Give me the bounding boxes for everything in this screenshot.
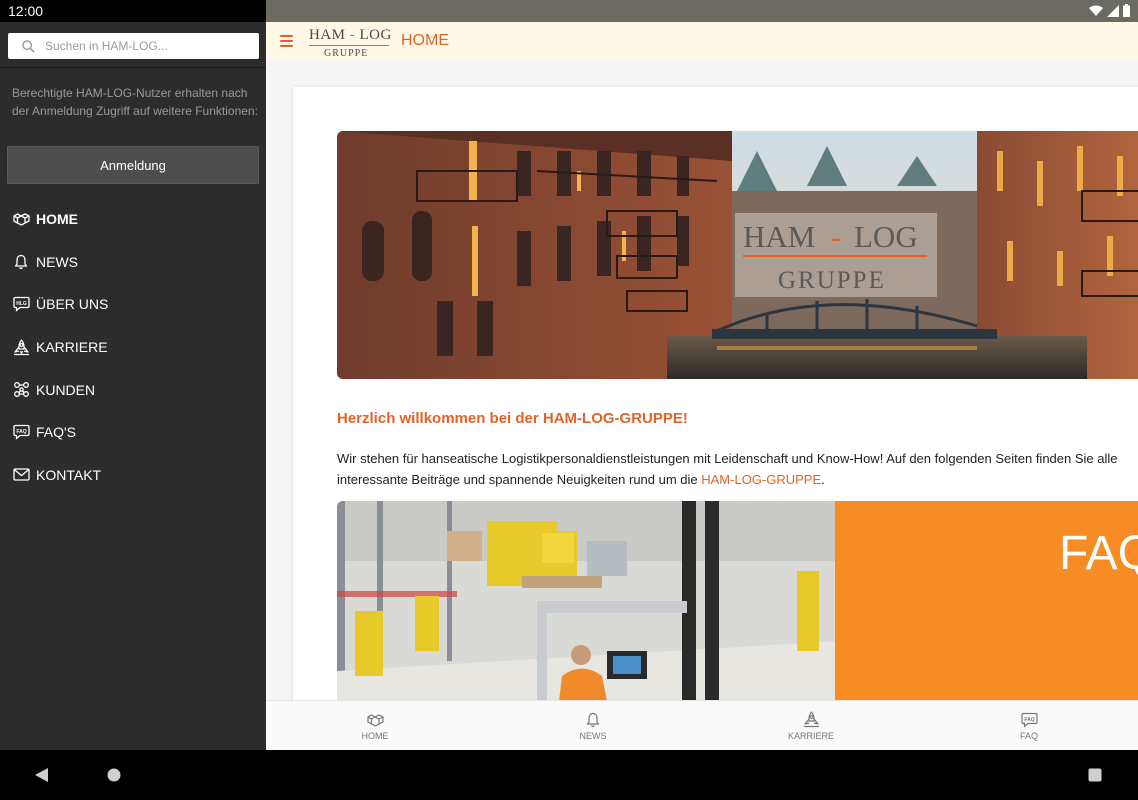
status-time: 12:00 — [0, 0, 266, 22]
back-icon[interactable] — [35, 768, 49, 782]
bottom-nav-label: FAQ — [1019, 730, 1038, 741]
welcome-line-2: interessante Beiträge und spannende Neui… — [337, 469, 1138, 490]
login-info-text: Berechtigte HAM-LOG-Nutzer erhalten nach… — [12, 86, 258, 118]
faq-banner-text: FAQ — [1059, 527, 1138, 580]
home-boxes-icon — [12, 210, 30, 228]
bell-icon — [12, 253, 30, 271]
drawer-item-label: FAQ'S — [36, 424, 77, 441]
hero-image: HAM - LOG GRUPPE — [337, 131, 1138, 379]
ham-log-gruppe-link[interactable]: HAM-LOG-GRUPPE — [701, 472, 821, 487]
drawer-item-label: ÜBER UNS — [36, 296, 109, 313]
status-bar: 12:00 — [0, 0, 1138, 22]
drawer-item-label: KARRIERE — [36, 339, 108, 356]
svg-text:HLG: HLG — [16, 301, 27, 307]
hero-logo-text: HAM — [743, 219, 815, 254]
welcome-text-span: . — [821, 472, 825, 487]
main-content[interactable]: HAM - LOG GRUPPE Herzlich willkommen bei… — [266, 60, 1138, 700]
svg-text:FAQ: FAQ — [16, 429, 26, 435]
search-icon — [22, 39, 35, 53]
drawer-item-ueber-uns[interactable]: HLG ÜBER UNS — [0, 283, 266, 326]
bottom-nav-home[interactable]: HOME — [266, 701, 484, 750]
app-bar: HAM - LOG GRUPPE HOME — [266, 22, 1138, 60]
drawer-item-faqs[interactable]: FAQ FAQ'S — [0, 411, 266, 454]
welcome-paragraph: Wir stehen für hanseatische Logistikpers… — [337, 448, 1138, 490]
rocket-icon — [12, 338, 30, 356]
page-title: HOME — [401, 32, 449, 49]
bell-icon — [584, 711, 602, 729]
hero-logo-text: LOG — [854, 219, 918, 254]
drawer-item-label: KUNDEN — [36, 381, 96, 398]
bottom-nav-karriere[interactable]: KARRIERE — [702, 701, 920, 750]
drawer-item-karriere[interactable]: KARRIERE — [0, 326, 266, 369]
home-circle-icon[interactable] — [107, 768, 121, 782]
drawer-item-label: HOME — [36, 211, 78, 228]
welcome-text-span: interessante Beiträge und spannende Neui… — [337, 472, 702, 487]
drawer-item-home[interactable]: HOME — [0, 198, 266, 241]
signal-icon — [1107, 4, 1119, 17]
bottom-nav-label: HOME — [361, 730, 389, 741]
search-box[interactable] — [8, 33, 259, 59]
battery-icon — [1123, 4, 1130, 17]
faq-icon: FAQ — [1020, 711, 1038, 729]
faq-banner[interactable]: FAQ — [337, 501, 1138, 700]
svg-text:FAQ: FAQ — [1024, 716, 1034, 722]
logo-text: HAM — [309, 27, 346, 43]
mail-icon — [12, 466, 30, 484]
bottom-nav-faq[interactable]: FAQ FAQ — [920, 701, 1138, 750]
wifi-icon — [1089, 5, 1103, 16]
search-input[interactable] — [45, 39, 235, 53]
hero-logo-subtitle: GRUPPE — [778, 267, 886, 294]
drawer-item-kunden[interactable]: KUNDEN — [0, 368, 266, 411]
bottom-nav-news[interactable]: NEWS — [484, 701, 702, 750]
welcome-line-1: Wir stehen für hanseatische Logistikpers… — [337, 451, 1118, 466]
bottom-navigation: HOME NEWS KARRIERE FAQ FAQ — [266, 700, 1138, 750]
logo-dash: - — [349, 27, 356, 43]
rocket-icon — [802, 711, 820, 729]
login-button[interactable]: Anmeldung — [7, 146, 259, 184]
bottom-nav-label: KARRIERE — [787, 730, 834, 741]
home-boxes-icon — [366, 711, 384, 729]
logo-text: LOG — [359, 27, 392, 43]
menu-icon[interactable] — [280, 35, 293, 47]
faq-icon: FAQ — [12, 423, 30, 441]
system-navigation-bar — [0, 750, 1138, 800]
welcome-heading: Herzlich willkommen bei der HAM-LOG-GRUP… — [337, 410, 688, 427]
drawer-item-kontakt[interactable]: KONTAKT — [0, 454, 266, 497]
bottom-nav-label: NEWS — [579, 730, 607, 741]
network-icon — [12, 381, 30, 399]
drawer-item-label: KONTAKT — [36, 466, 102, 483]
hero-logo-dash: - — [831, 219, 841, 254]
drawer-nav-list: HOME NEWS HLG ÜBER UNS KARRIERE KUNDEN F… — [0, 198, 266, 496]
drawer-divider — [0, 67, 266, 68]
navigation-drawer: Berechtigte HAM-LOG-Nutzer erhalten nach… — [0, 22, 266, 750]
drawer-item-label: NEWS — [36, 253, 78, 270]
drawer-item-news[interactable]: NEWS — [0, 241, 266, 284]
ham-log-logo[interactable]: HAM - LOG GRUPPE — [309, 25, 392, 59]
content-card: HAM - LOG GRUPPE Herzlich willkommen bei… — [293, 87, 1138, 700]
hlg-chat-icon: HLG — [12, 295, 30, 313]
recents-icon[interactable] — [1088, 768, 1102, 782]
logo-subtitle: GRUPPE — [324, 48, 369, 59]
